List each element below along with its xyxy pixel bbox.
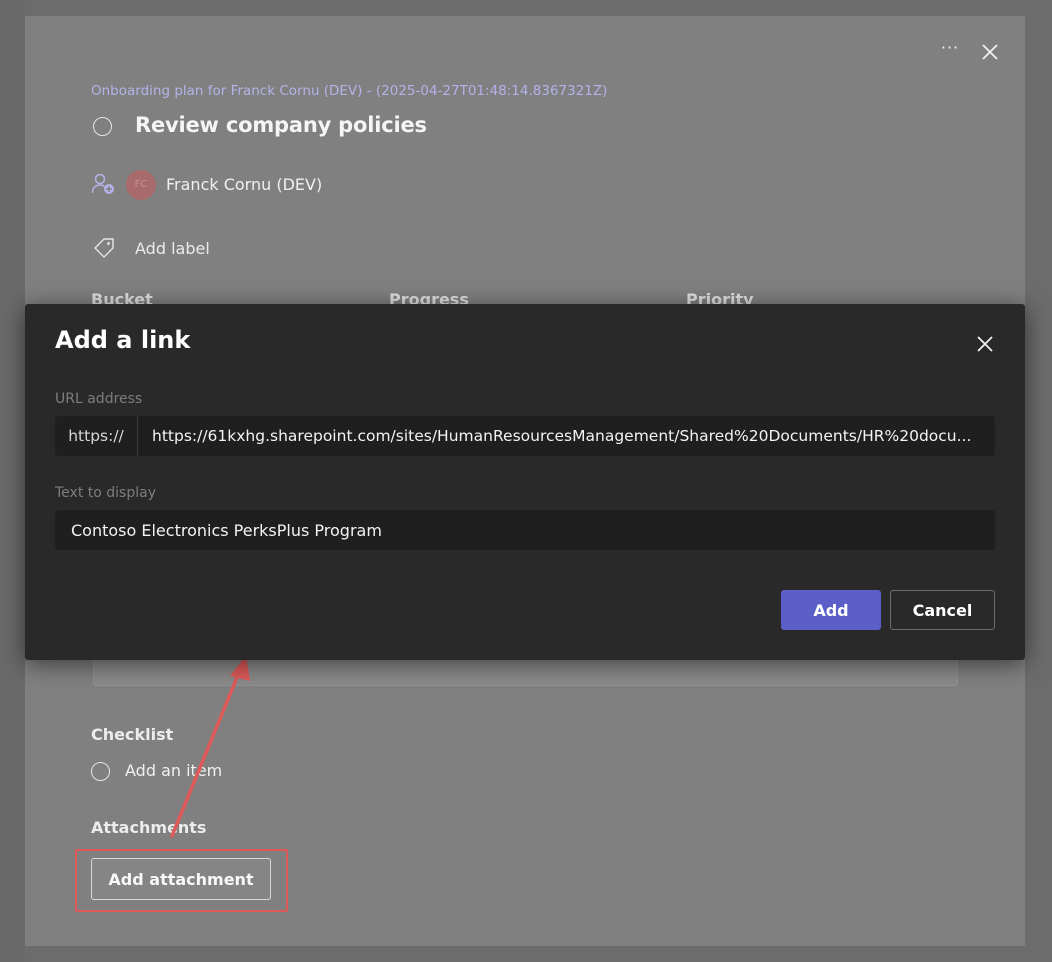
close-panel-button[interactable]: [978, 40, 1002, 64]
checklist-heading: Checklist: [91, 725, 174, 744]
assignee-avatar[interactable]: FC: [126, 170, 156, 200]
plan-title-link[interactable]: Onboarding plan for Franck Cornu (DEV) -…: [91, 83, 607, 99]
assignee-name: Franck Cornu (DEV): [166, 175, 323, 194]
close-icon: [977, 336, 993, 352]
url-address-field: https://: [55, 416, 995, 456]
url-address-label: URL address: [55, 391, 143, 407]
dialog-close-button[interactable]: [973, 332, 997, 356]
checklist-item-checkbox[interactable]: [91, 762, 110, 781]
url-prefix: https://: [55, 416, 138, 456]
complete-task-checkbox[interactable]: [93, 117, 112, 136]
left-edge-strip: [0, 0, 25, 962]
assign-user-icon[interactable]: [91, 172, 117, 196]
close-icon: [982, 44, 998, 60]
dialog-title: Add a link: [55, 326, 191, 354]
add-label-button[interactable]: Add label: [135, 239, 210, 258]
text-to-display-input[interactable]: [55, 510, 995, 550]
add-button[interactable]: Add: [781, 590, 881, 630]
task-title[interactable]: Review company policies: [135, 113, 427, 137]
text-to-display-label: Text to display: [55, 485, 156, 501]
more-options-button[interactable]: ···: [938, 38, 962, 62]
add-checklist-item-input[interactable]: Add an item: [125, 761, 222, 780]
annotation-highlight-box: [75, 849, 288, 912]
tag-icon: [92, 236, 116, 260]
attachments-heading: Attachments: [91, 818, 207, 837]
add-link-dialog: Add a link URL address https:// Text to …: [25, 304, 1025, 660]
cancel-button[interactable]: Cancel: [890, 590, 995, 630]
url-address-input[interactable]: [139, 416, 992, 456]
